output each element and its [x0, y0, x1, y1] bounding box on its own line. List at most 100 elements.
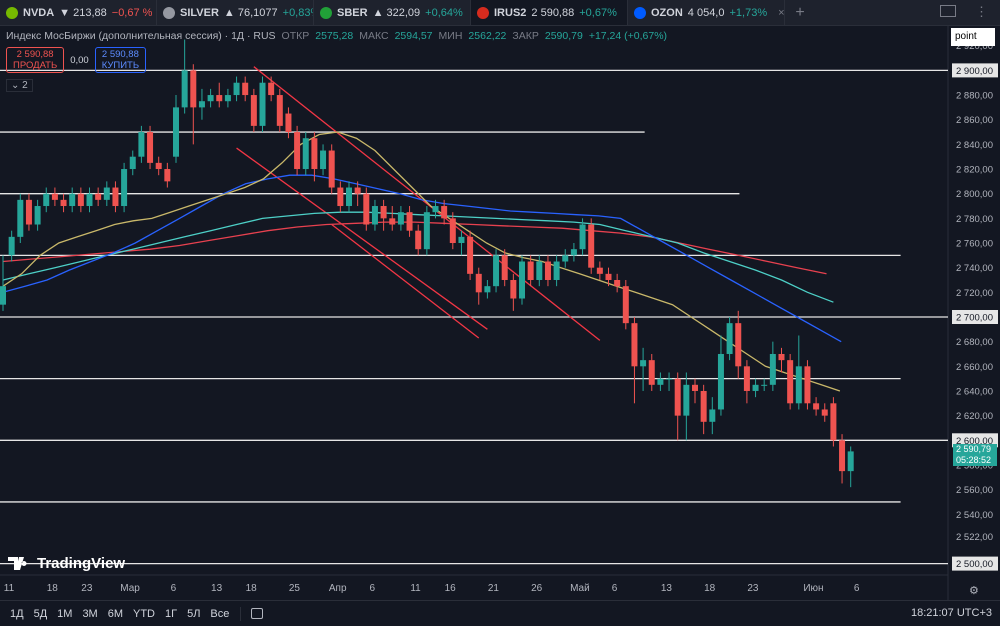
legend-change: +17,24 (+0,67%) [588, 30, 668, 42]
price-chart[interactable]: 2 500,002 522,002 540,002 560,002 580,00… [0, 26, 1000, 600]
range-5Л[interactable]: 5Л [182, 608, 205, 620]
chart-legend: Индекс МосБиржи (дополнительная сессия) … [6, 30, 667, 42]
logo-text: TradingView [37, 555, 126, 572]
buy-label: КУПИТЬ [101, 60, 140, 71]
candle-body [60, 199, 67, 207]
close-tab-icon[interactable]: × [772, 7, 784, 19]
tab-nvda[interactable]: NVDA▼ 213,88−0,67 %× [0, 0, 157, 25]
drawing-tool-input[interactable]: point [951, 28, 995, 46]
candle-body [752, 384, 759, 391]
tab-sber[interactable]: SBER▲ 322,09+0,64%× [314, 0, 471, 25]
candle-body [432, 206, 439, 213]
candle-body [735, 323, 742, 367]
candle-body [103, 187, 110, 200]
ma-red-line [2, 221, 827, 275]
toolbar-divider [240, 606, 242, 621]
candle-body [423, 212, 430, 250]
range-5Д[interactable]: 5Д [29, 608, 53, 620]
tab-price: 2 590,88 [531, 6, 575, 19]
candle-body [138, 132, 145, 157]
buy-button[interactable]: 2 590,88 КУПИТЬ [94, 47, 147, 73]
indicators-toggle[interactable]: ⌄ 2 [6, 79, 33, 92]
tradingview-logo[interactable]: TradingView [8, 555, 125, 572]
x-tick-label: 16 [445, 583, 457, 594]
tab-silver[interactable]: SILVER▲ 76,1077+0,83%× [157, 0, 314, 25]
candle-body [458, 236, 465, 244]
candle-body [0, 286, 6, 305]
candle-body [181, 70, 188, 108]
candle-body [302, 138, 309, 170]
y-tick-label: 2 540,00 [956, 510, 993, 521]
tab-irus2[interactable]: IRUS22 590,88+0,67%× [471, 0, 628, 25]
candle-body [622, 286, 629, 324]
candle-body [285, 113, 292, 133]
tab-change: −0,67 % [111, 6, 153, 19]
trade-panel: 2 590,88 ПРОДАТЬ 0,00 2 590,88 КУПИТЬ [6, 47, 147, 73]
x-tick-label: 6 [171, 583, 177, 594]
candle-body [726, 323, 733, 354]
candle-body [501, 255, 508, 281]
channel-line [253, 66, 601, 341]
menu-icon[interactable]: ⋮ [975, 5, 988, 18]
candle-body [112, 187, 119, 207]
ma-yellow-line [2, 131, 841, 392]
candle-body [242, 82, 249, 96]
axis-settings-icon[interactable]: ⚙ [969, 584, 979, 597]
candle-body [294, 132, 301, 170]
candle-body [821, 409, 828, 416]
candle-body [121, 169, 128, 207]
candle-body [441, 206, 448, 219]
candle-body [129, 156, 136, 170]
y-tick-label: 2 680,00 [956, 337, 993, 348]
legend-close-label: ЗАКР [512, 30, 539, 42]
range-6М[interactable]: 6М [103, 608, 128, 620]
candle-body [224, 95, 231, 102]
range-Все[interactable]: Все [205, 608, 234, 620]
candle-body [839, 440, 846, 472]
candle-body [562, 255, 569, 262]
x-tick-label: 18 [704, 583, 716, 594]
candle-body [709, 409, 716, 422]
candle-body [614, 280, 621, 287]
current-price-label: 2 590,79 05:28:52 [953, 444, 997, 466]
candle-body [449, 218, 456, 244]
candle-body [467, 236, 474, 274]
x-tick-label: 6 [612, 583, 618, 594]
candle-body [657, 378, 664, 385]
candle-body [415, 230, 422, 250]
candle-body [813, 403, 820, 410]
candle-body [155, 162, 162, 170]
candle-body [95, 193, 102, 200]
range-1Г[interactable]: 1Г [160, 608, 182, 620]
candle-body [346, 187, 352, 207]
sell-button[interactable]: 2 590,88 ПРОДАТЬ [6, 47, 65, 73]
candle-body [804, 366, 811, 404]
candle-body [717, 353, 724, 410]
range-1М[interactable]: 1М [52, 608, 77, 620]
tab-symbol: SBER [337, 6, 368, 19]
range-1Д[interactable]: 1Д [5, 608, 29, 620]
candle-body [25, 199, 32, 225]
legend-open: 2575,28 [315, 30, 354, 42]
x-tick-label: 23 [81, 583, 93, 594]
layout-icon[interactable] [940, 5, 956, 17]
candle-body [640, 360, 647, 367]
candle-body [77, 193, 84, 207]
tab-symbol: IRUS2 [494, 6, 527, 19]
candle-body [311, 138, 318, 170]
candle-body [674, 378, 681, 416]
new-tab-button[interactable]: + [785, 0, 815, 25]
y-tick-label: 2 522,00 [956, 532, 993, 543]
y-tick-label: 2 560,00 [956, 485, 993, 496]
range-YTD[interactable]: YTD [128, 608, 160, 620]
ozon-logo-icon [634, 6, 646, 19]
legend-title: Индекс МосБиржи (дополнительная сессия) … [6, 30, 276, 42]
candle-body [276, 95, 283, 126]
clock[interactable]: 18:21:07 UTC+3 [911, 607, 992, 619]
tab-ozon[interactable]: OZON 4 054,0 +1,73% × [628, 0, 785, 25]
sber-logo-icon [320, 6, 332, 19]
range-3М[interactable]: 3М [77, 608, 102, 620]
y-tick-label: 2 880,00 [956, 91, 993, 102]
calendar-icon[interactable] [251, 608, 264, 619]
legend-close: 2590,79 [544, 30, 583, 42]
